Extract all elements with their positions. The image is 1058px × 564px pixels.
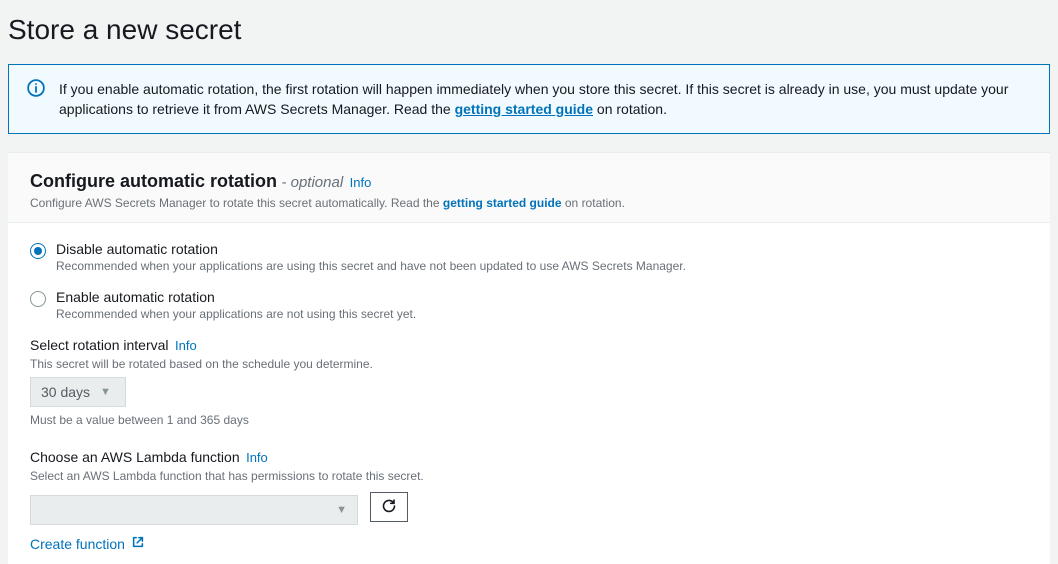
page-title: Store a new secret — [4, 0, 1054, 64]
info-icon — [27, 79, 45, 97]
disable-rotation-desc: Recommended when your applications are u… — [56, 259, 686, 273]
lambda-select[interactable]: ▼ — [30, 495, 358, 525]
create-function-link[interactable]: Create function — [30, 535, 145, 552]
lambda-desc: Select an AWS Lambda function that has p… — [30, 469, 1028, 483]
radio-icon — [30, 243, 46, 259]
panel-header: Configure automatic rotation - optional … — [8, 153, 1050, 223]
enable-rotation-radio[interactable]: Enable automatic rotation Recommended wh… — [30, 289, 1028, 321]
disable-rotation-label: Disable automatic rotation — [56, 241, 686, 257]
interval-constraint: Must be a value between 1 and 365 days — [30, 413, 1028, 427]
configure-rotation-panel: Configure automatic rotation - optional … — [8, 152, 1050, 564]
panel-description: Configure AWS Secrets Manager to rotate … — [30, 196, 1028, 210]
lambda-function-field: Choose an AWS Lambda function Info Selec… — [30, 449, 1028, 554]
interval-info-link[interactable]: Info — [175, 338, 197, 353]
radio-icon — [30, 291, 46, 307]
enable-rotation-label: Enable automatic rotation — [56, 289, 416, 305]
interval-label: Select rotation interval — [30, 337, 169, 353]
enable-rotation-desc: Recommended when your applications are n… — [56, 307, 416, 321]
optional-label: - optional — [281, 174, 343, 191]
caret-down-icon: ▼ — [100, 386, 111, 398]
rotation-info-alert: If you enable automatic rotation, the fi… — [8, 64, 1050, 134]
interval-select[interactable]: 30 days ▼ — [30, 377, 126, 407]
alert-text: If you enable automatic rotation, the fi… — [59, 79, 1031, 119]
rotation-interval-field: Select rotation interval Info This secre… — [30, 337, 1028, 427]
refresh-icon — [381, 498, 397, 517]
lambda-info-link[interactable]: Info — [246, 450, 268, 465]
interval-select-value: 30 days — [41, 384, 90, 400]
getting-started-guide-link[interactable]: getting started guide — [455, 101, 593, 117]
config-info-link[interactable]: Info — [350, 175, 372, 190]
external-link-icon — [131, 535, 145, 552]
lambda-label: Choose an AWS Lambda function — [30, 449, 240, 465]
refresh-button[interactable] — [370, 492, 408, 522]
disable-rotation-radio[interactable]: Disable automatic rotation Recommended w… — [30, 241, 1028, 273]
getting-started-guide-link-small[interactable]: getting started guide — [443, 196, 562, 210]
caret-down-icon: ▼ — [336, 504, 347, 516]
panel-heading: Configure automatic rotation — [30, 171, 277, 191]
interval-desc: This secret will be rotated based on the… — [30, 357, 1028, 371]
